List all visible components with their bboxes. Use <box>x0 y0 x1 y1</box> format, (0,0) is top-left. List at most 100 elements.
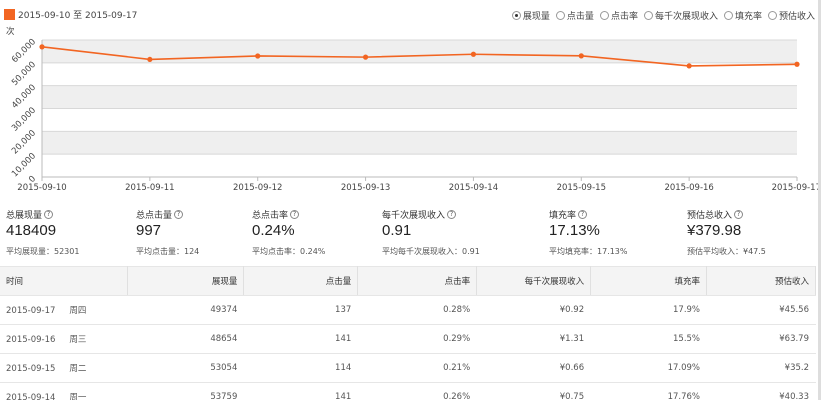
radio-icon[interactable] <box>723 11 733 20</box>
data-point <box>147 56 153 63</box>
column-header-clicks[interactable]: 点击量 <box>243 266 359 296</box>
revenue-cell: ¥63.79 <box>706 324 816 354</box>
weekday: 周三 <box>69 335 87 345</box>
card-average: 预估平均收入：¥47.5 <box>687 247 766 256</box>
summary-panel: 总展现量? 418409 平均展现量：52301 总点击量? 997 平均点击量… <box>0 208 821 266</box>
help-icon[interactable]: ? <box>44 210 54 219</box>
x-tick-label: 2015-09-15 <box>557 183 606 193</box>
rpm-cell: ¥1.31 <box>476 324 592 354</box>
card-average: 平均点击量：124 <box>136 247 200 256</box>
rpm-cell: ¥0.92 <box>476 295 592 325</box>
fill-rate-cell: 17.76% <box>590 382 708 400</box>
metric-option-ctr[interactable]: 点击率 <box>599 9 638 22</box>
card-label: 每千次展现收入 <box>382 211 446 221</box>
radio-icon[interactable] <box>599 11 609 20</box>
metric-selector: 展现量 点击量 点击率 每千次展现收入 填充率 预估收入 <box>511 9 815 22</box>
y-tick-label: 20,000 <box>10 128 38 156</box>
x-tick-label: 2015-09-12 <box>233 183 282 193</box>
rpm-cell: ¥0.75 <box>476 382 592 400</box>
column-header-fill-rate[interactable]: 填充率 <box>590 266 708 296</box>
column-header-rpm[interactable]: 每千次展现收入 <box>476 266 592 296</box>
x-tick-label: 2015-09-14 <box>449 183 498 193</box>
ctr-cell: 0.29% <box>357 324 478 354</box>
card-value: ¥379.98 <box>687 222 742 239</box>
y-tick-label: 30,000 <box>10 106 38 134</box>
data-point <box>39 44 45 50</box>
help-icon[interactable]: ? <box>174 210 184 219</box>
column-header-impressions[interactable]: 展现量 <box>127 266 245 296</box>
x-tick-label: 2015-09-13 <box>341 183 390 193</box>
summary-card-ctr: 总点击率? 0.24% 平均点击率：0.24% <box>252 208 325 257</box>
radio-icon[interactable] <box>555 11 565 20</box>
card-average: 平均每千次展现收入：0.91 <box>382 247 480 256</box>
clicks-cell: 141 <box>243 382 359 400</box>
rpm-cell: ¥0.66 <box>476 353 592 383</box>
y-axis-label: 次 <box>6 26 15 37</box>
data-point <box>470 51 477 57</box>
legend-swatch <box>4 9 15 20</box>
help-icon[interactable]: ? <box>578 210 588 219</box>
card-value: 17.13% <box>549 222 600 239</box>
impressions-cell: 49374 <box>127 295 245 325</box>
fill-rate-cell: 17.9% <box>590 295 708 325</box>
date-range-label: 2015-09-10 至 2015-09-17 <box>18 11 138 21</box>
card-value: 0.24% <box>252 222 295 239</box>
column-header-ctr[interactable]: 点击率 <box>357 266 478 296</box>
radio-icon[interactable] <box>511 11 521 20</box>
card-average: 平均展现量：52301 <box>6 247 80 256</box>
card-label: 总展现量 <box>6 211 43 221</box>
card-value: 418409 <box>6 222 57 239</box>
help-icon[interactable]: ? <box>290 210 300 219</box>
metric-option-revenue[interactable]: 预估收入 <box>767 9 815 22</box>
grid-band <box>42 154 797 177</box>
table-row: 2015-09-14 周一 53759 141 0.26% ¥0.75 17.76… <box>0 382 816 400</box>
y-tick-label: 50,000 <box>10 60 38 88</box>
impressions-line-chart: 010,00020,00030,00040,00050,00060,000次20… <box>6 26 821 193</box>
table-row: 2015-09-17 周四 49374 137 0.28% ¥0.92 17.9%… <box>0 295 816 325</box>
chart-legend: 2015-09-10 至 2015-09-17 <box>4 8 137 21</box>
date-cell: 2015-09-15 周二 <box>0 353 129 383</box>
weekday: 周一 <box>69 393 87 400</box>
grid-band <box>42 62 797 86</box>
x-tick-label: 2015-09-16 <box>664 183 713 193</box>
grid-band <box>42 85 797 109</box>
clicks-cell: 114 <box>243 353 359 383</box>
card-label: 总点击率 <box>252 211 289 221</box>
table-row: 2015-09-16 周三 48654 141 0.29% ¥1.31 15.5%… <box>0 324 816 354</box>
weekday: 周二 <box>69 364 87 374</box>
y-tick-label: 60,000 <box>10 37 38 65</box>
metric-option-fill-rate[interactable]: 填充率 <box>723 9 762 22</box>
revenue-cell: ¥45.56 <box>706 295 816 325</box>
summary-card-rpm: 每千次展现收入? 0.91 平均每千次展现收入：0.91 <box>382 208 480 257</box>
help-icon[interactable]: ? <box>447 210 457 219</box>
card-label: 总点击量 <box>136 211 173 221</box>
x-tick-label: 2015-09-11 <box>125 183 174 193</box>
y-tick-label: 40,000 <box>10 83 38 111</box>
x-tick-label: 2015-09-10 <box>17 183 66 193</box>
grid-band <box>42 131 797 155</box>
table-header-row: 时间 展现量 点击量 点击率 每千次展现收入 填充率 预估收入 <box>0 266 816 296</box>
summary-card-impressions: 总展现量? 418409 平均展现量：52301 <box>6 208 79 257</box>
daily-stats-table: 时间 展现量 点击量 点击率 每千次展现收入 填充率 预估收入 2015-09-… <box>0 266 816 400</box>
clicks-cell: 137 <box>243 295 359 325</box>
column-header-revenue[interactable]: 预估收入 <box>706 266 816 296</box>
table-row: 2015-09-15 周二 53054 114 0.21% ¥0.66 17.09… <box>0 353 816 383</box>
radio-icon[interactable] <box>643 11 653 20</box>
ctr-cell: 0.21% <box>357 353 478 383</box>
ctr-cell: 0.26% <box>357 382 478 400</box>
metric-option-rpm[interactable]: 每千次展现收入 <box>643 9 718 22</box>
radio-icon[interactable] <box>767 11 777 20</box>
data-point <box>794 61 800 67</box>
card-average: 平均填充率：17.13% <box>549 247 628 256</box>
grid-band <box>42 108 797 132</box>
help-icon[interactable]: ? <box>734 210 744 219</box>
column-header-date[interactable]: 时间 <box>0 266 129 296</box>
date-cell: 2015-09-17 周四 <box>0 295 129 325</box>
metric-option-clicks[interactable]: 点击量 <box>555 9 594 22</box>
card-average: 平均点击率：0.24% <box>252 247 326 256</box>
data-point <box>686 63 692 69</box>
data-point <box>578 53 584 59</box>
card-value: 0.91 <box>382 222 412 239</box>
metric-option-impressions[interactable]: 展现量 <box>511 9 550 22</box>
impressions-cell: 53054 <box>127 353 245 383</box>
